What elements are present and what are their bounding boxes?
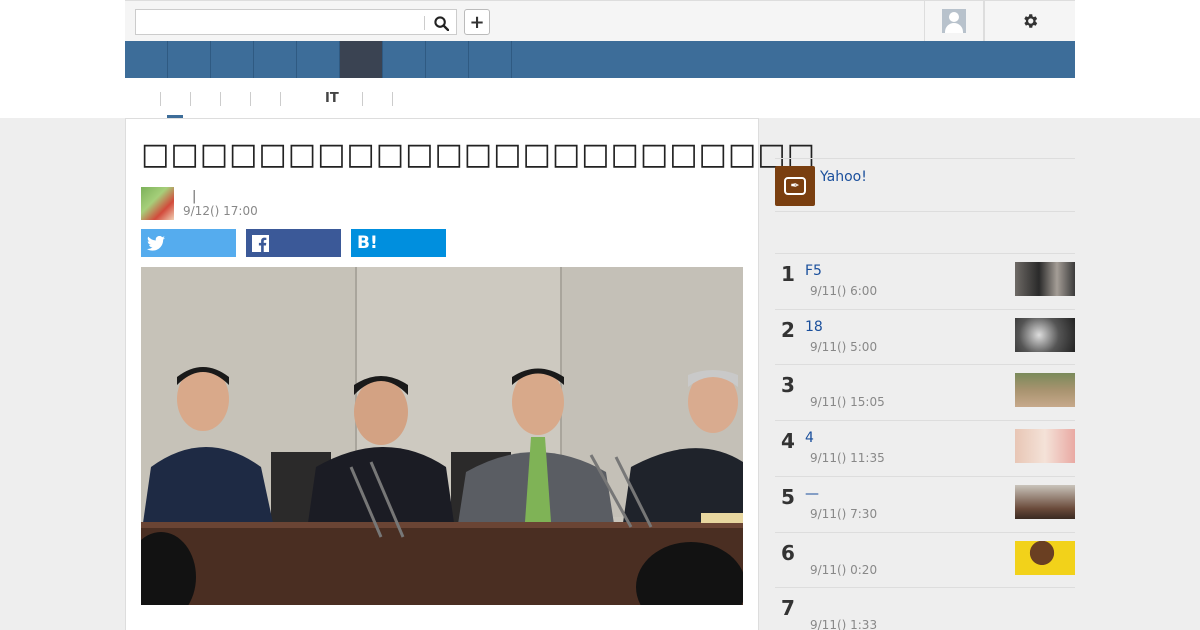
subnav-item[interactable] bbox=[190, 92, 201, 106]
settings-button[interactable] bbox=[984, 1, 1075, 41]
search-box bbox=[135, 9, 457, 35]
nav-item[interactable] bbox=[383, 41, 426, 78]
rank-thumbnail[interactable] bbox=[1015, 318, 1075, 352]
rank-thumbnail[interactable] bbox=[1015, 541, 1075, 575]
author-separator: | bbox=[192, 189, 197, 204]
article-photo bbox=[141, 267, 743, 605]
rank-title[interactable]: F5 bbox=[805, 263, 822, 279]
subnav-item[interactable] bbox=[362, 92, 373, 106]
divider bbox=[775, 211, 1075, 212]
nav-item[interactable] bbox=[125, 41, 168, 78]
rank-thumbnail[interactable] bbox=[1015, 429, 1075, 463]
nav-item[interactable] bbox=[254, 41, 297, 78]
ranking-item[interactable]: 7 9/11() 1:33 bbox=[775, 587, 1075, 630]
subnav-item[interactable] bbox=[160, 92, 171, 106]
rank-time: 9/11() 7:30 bbox=[810, 507, 878, 521]
rank-title[interactable]: 18 bbox=[805, 319, 823, 335]
rank-title[interactable]: — bbox=[805, 486, 819, 502]
yahoo-link[interactable]: Yahoo! bbox=[820, 169, 867, 185]
rank-time: 9/11() 5:00 bbox=[810, 340, 878, 354]
avatar bbox=[942, 9, 966, 33]
ranking-item[interactable]: 1 F5 9/11() 6:00 bbox=[775, 253, 1075, 309]
nav-item[interactable] bbox=[168, 41, 211, 78]
rank-number: 1 bbox=[781, 262, 795, 286]
article: □□□□□□□□□□□□□□□□□□□□□□□ | 9/12() 17:00 B… bbox=[125, 118, 815, 630]
rank-number: 4 bbox=[781, 429, 795, 453]
ranking-item[interactable]: 2 18 9/11() 5:00 bbox=[775, 309, 1075, 365]
subnav-item[interactable] bbox=[280, 92, 291, 106]
subnav-item-it[interactable]: IT bbox=[315, 91, 339, 106]
user-menu[interactable] bbox=[924, 1, 984, 41]
sidebar: ✒ Yahoo! 1 F5 9/11() 6:00 2 18 9/11() 5:… bbox=[775, 118, 1075, 630]
search-button[interactable] bbox=[430, 13, 452, 33]
nav-item[interactable] bbox=[211, 41, 254, 78]
hatena-bookmark-button[interactable]: B! bbox=[351, 229, 446, 257]
sub-nav: IT bbox=[125, 78, 1075, 119]
rank-thumbnail[interactable] bbox=[1015, 262, 1075, 296]
rank-number: 2 bbox=[781, 318, 795, 342]
rank-time: 9/11() 0:20 bbox=[810, 563, 878, 577]
nav-item[interactable] bbox=[297, 41, 340, 78]
post-time: 9/12() 17:00 bbox=[183, 204, 258, 218]
rank-time: 9/11() 1:33 bbox=[810, 618, 878, 630]
search-icon bbox=[433, 15, 449, 31]
subnav-item[interactable] bbox=[220, 92, 231, 106]
subnav-item[interactable] bbox=[392, 92, 403, 106]
rank-time: 9/11() 11:35 bbox=[810, 451, 885, 465]
rank-thumbnail[interactable] bbox=[1015, 485, 1075, 519]
yahoo-news-icon[interactable]: ✒ bbox=[775, 166, 815, 206]
facebook-share-button[interactable] bbox=[246, 229, 341, 257]
nav-item[interactable] bbox=[426, 41, 469, 78]
search-input[interactable] bbox=[136, 10, 421, 34]
rank-time: 9/11() 15:05 bbox=[810, 395, 885, 409]
press-conference-image bbox=[141, 267, 743, 605]
ranking-item[interactable]: 4 4 9/11() 11:35 bbox=[775, 420, 1075, 476]
gear-icon bbox=[1024, 14, 1038, 28]
divider bbox=[775, 158, 1075, 159]
hatena-bookmark-label: B! bbox=[357, 233, 378, 253]
ranking-item[interactable]: 5 — 9/11() 7:30 bbox=[775, 476, 1075, 532]
nav-item[interactable] bbox=[469, 41, 512, 78]
subnav-item[interactable] bbox=[250, 92, 261, 106]
nav-item-active[interactable] bbox=[340, 41, 383, 78]
ranking-item[interactable]: 3 9/11() 15:05 bbox=[775, 364, 1075, 420]
rank-time: 9/11() 6:00 bbox=[810, 284, 878, 298]
facebook-icon bbox=[252, 234, 269, 252]
rank-thumbnail[interactable] bbox=[1015, 373, 1075, 407]
twitter-share-button[interactable] bbox=[141, 229, 236, 257]
rank-number: 3 bbox=[781, 373, 795, 397]
rank-number: 5 bbox=[781, 485, 795, 509]
rank-title[interactable]: 4 bbox=[805, 430, 814, 446]
category-nav bbox=[125, 41, 1075, 78]
twitter-icon bbox=[147, 235, 165, 251]
search-divider bbox=[424, 16, 425, 30]
rank-number: 6 bbox=[781, 541, 795, 565]
top-bar: + bbox=[125, 0, 1075, 41]
ranking-item[interactable]: 6 9/11() 0:20 bbox=[775, 532, 1075, 588]
author-avatar[interactable] bbox=[141, 187, 174, 220]
plus-icon: + bbox=[469, 11, 485, 33]
article-title: □□□□□□□□□□□□□□□□□□□□□□□ bbox=[141, 137, 816, 172]
rank-number: 7 bbox=[781, 596, 795, 620]
add-button[interactable]: + bbox=[464, 9, 490, 35]
